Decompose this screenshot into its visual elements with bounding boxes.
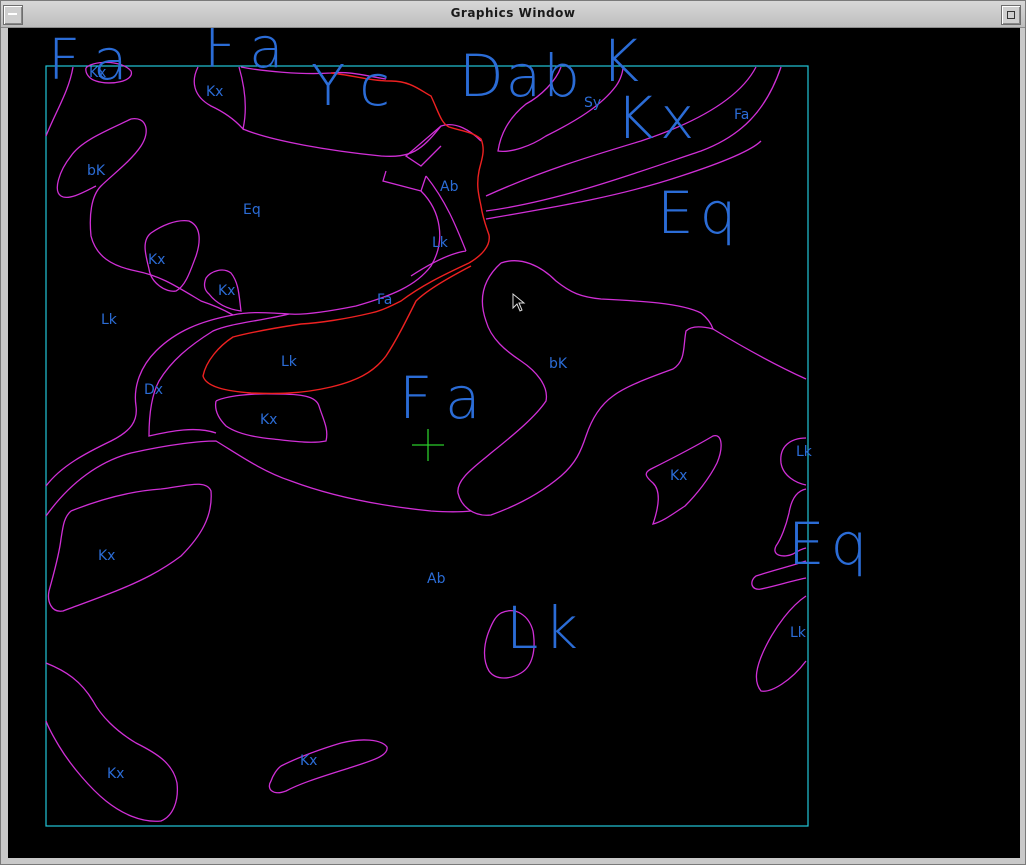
label-kx-center: Kx — [260, 412, 277, 428]
label-fa-top-right: Fa — [734, 107, 749, 123]
boundary-lower-band — [45, 440, 472, 517]
label-fa-center: Fa — [399, 364, 499, 432]
boundary-bk-left — [56, 118, 234, 316]
label-dab: Dab — [459, 42, 582, 110]
selected-boundary — [202, 72, 490, 395]
label-ab-center: Ab — [427, 571, 446, 587]
label-fa-mid: Fa — [377, 292, 392, 308]
label-dx: Dx — [144, 382, 163, 398]
label-kx-left2: Kx — [218, 283, 235, 299]
mouse-pointer-icon — [512, 292, 526, 312]
label-bk-right: bK — [549, 356, 568, 372]
label-kx-left: Kx — [148, 252, 165, 268]
label-lk-big: Lk — [506, 594, 584, 662]
boundary-kx-bottom-left — [45, 662, 179, 822]
unit-boundaries — [45, 61, 807, 822]
boundary-lk-lower-edge — [755, 595, 807, 692]
label-sy: Sy — [584, 95, 601, 111]
maximize-button[interactable] — [1001, 5, 1021, 25]
boundary-kx-bottom — [268, 739, 388, 794]
geologic-map[interactable]: Fa Kx Fa Kx Yc Dab K Sy Kx Fa bK Eq Ab E… — [8, 28, 1020, 858]
label-lk-red: Lk — [281, 354, 298, 370]
crosshair-cursor — [412, 429, 444, 461]
label-kx-right: Kx — [616, 84, 700, 152]
label-lk-lower-edge: Lk — [790, 625, 807, 641]
graphics-window: Graphics Window Fa Kx Fa Kx Yc Dab K Sy … — [0, 0, 1026, 865]
label-kx-bottom-left: Kx — [107, 766, 124, 782]
label-fa-top-left: Fa — [48, 28, 145, 93]
label-fa-top: Fa — [204, 28, 301, 81]
label-eq-center: Eq — [243, 202, 261, 218]
label-yc: Yc — [311, 54, 404, 119]
label-bk-left: bK — [87, 163, 106, 179]
label-kx-top: Kx — [206, 84, 223, 100]
label-lk-mid: Lk — [432, 235, 449, 251]
title-bar[interactable]: Graphics Window — [1, 1, 1025, 28]
boundary-kx-lower-left — [47, 483, 212, 612]
graphics-canvas[interactable]: Fa Kx Fa Kx Yc Dab K Sy Kx Fa bK Eq Ab E… — [8, 28, 1020, 858]
boundary-eq-loop — [232, 190, 441, 316]
label-kx-lower-left: Kx — [98, 548, 115, 564]
label-eq-right: Eq — [657, 179, 742, 247]
label-eq-edge: Eq — [788, 510, 873, 578]
label-kx-top-left: Kx — [89, 65, 106, 81]
label-ab-top: Ab — [440, 179, 459, 195]
boundary-dx-outer — [45, 314, 234, 487]
label-lk-left: Lk — [101, 312, 118, 328]
boundary-right-edge-line — [712, 328, 807, 380]
unit-labels: Fa Kx Fa Kx Yc Dab K Sy Kx Fa bK Eq Ab E… — [48, 28, 873, 782]
label-kx-right-small: Kx — [670, 468, 687, 484]
label-kx-bottom: Kx — [300, 753, 317, 769]
label-lk-edge: Lk — [796, 444, 813, 460]
window-title: Graphics Window — [450, 6, 576, 20]
